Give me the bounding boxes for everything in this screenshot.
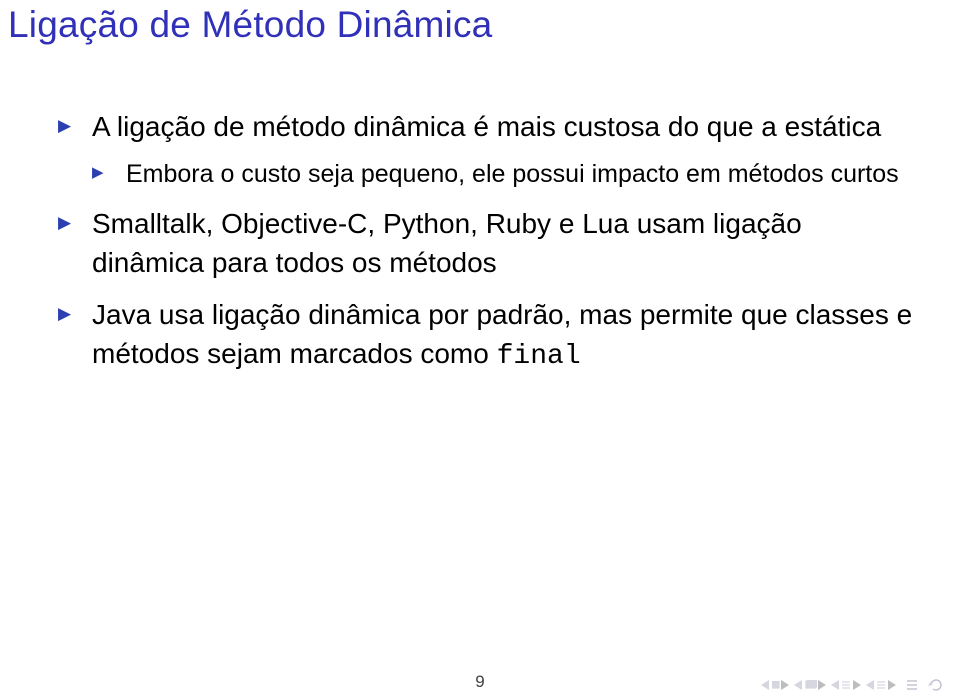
list-item: A ligação de método dinâmica é mais cust…: [58, 108, 920, 191]
section-back-icon[interactable]: [831, 680, 863, 690]
list-item: Embora o custo seja pequeno, ele possui …: [92, 157, 920, 192]
bullet-sublist: Embora o custo seja pequeno, ele possui …: [92, 157, 920, 192]
section-fwd-icon[interactable]: [866, 680, 898, 690]
list-item-text: Embora o custo seja pequeno, ele possui …: [126, 160, 899, 188]
nav-controls: [761, 678, 944, 692]
list-item: Java usa ligação dinâmica por padrão, ma…: [58, 296, 920, 376]
code-text: final: [497, 341, 581, 372]
slide-title: Ligação de Método Dinâmica: [0, 0, 960, 46]
list-item-text: A ligação de método dinâmica é mais cust…: [92, 111, 881, 142]
prev-slide-icon[interactable]: [794, 680, 828, 690]
list-item: Smalltalk, Objective-C, Python, Ruby e L…: [58, 205, 920, 282]
slide-content: A ligação de método dinâmica é mais cust…: [0, 46, 960, 377]
bullet-list: A ligação de método dinâmica é mais cust…: [58, 108, 920, 377]
first-slide-icon[interactable]: [761, 680, 791, 690]
list-item-text: Smalltalk, Objective-C, Python, Ruby e L…: [92, 208, 802, 278]
refresh-icon[interactable]: [928, 678, 944, 692]
slide: Ligação de Método Dinâmica A ligação de …: [0, 0, 960, 700]
toc-icon[interactable]: [907, 680, 919, 690]
